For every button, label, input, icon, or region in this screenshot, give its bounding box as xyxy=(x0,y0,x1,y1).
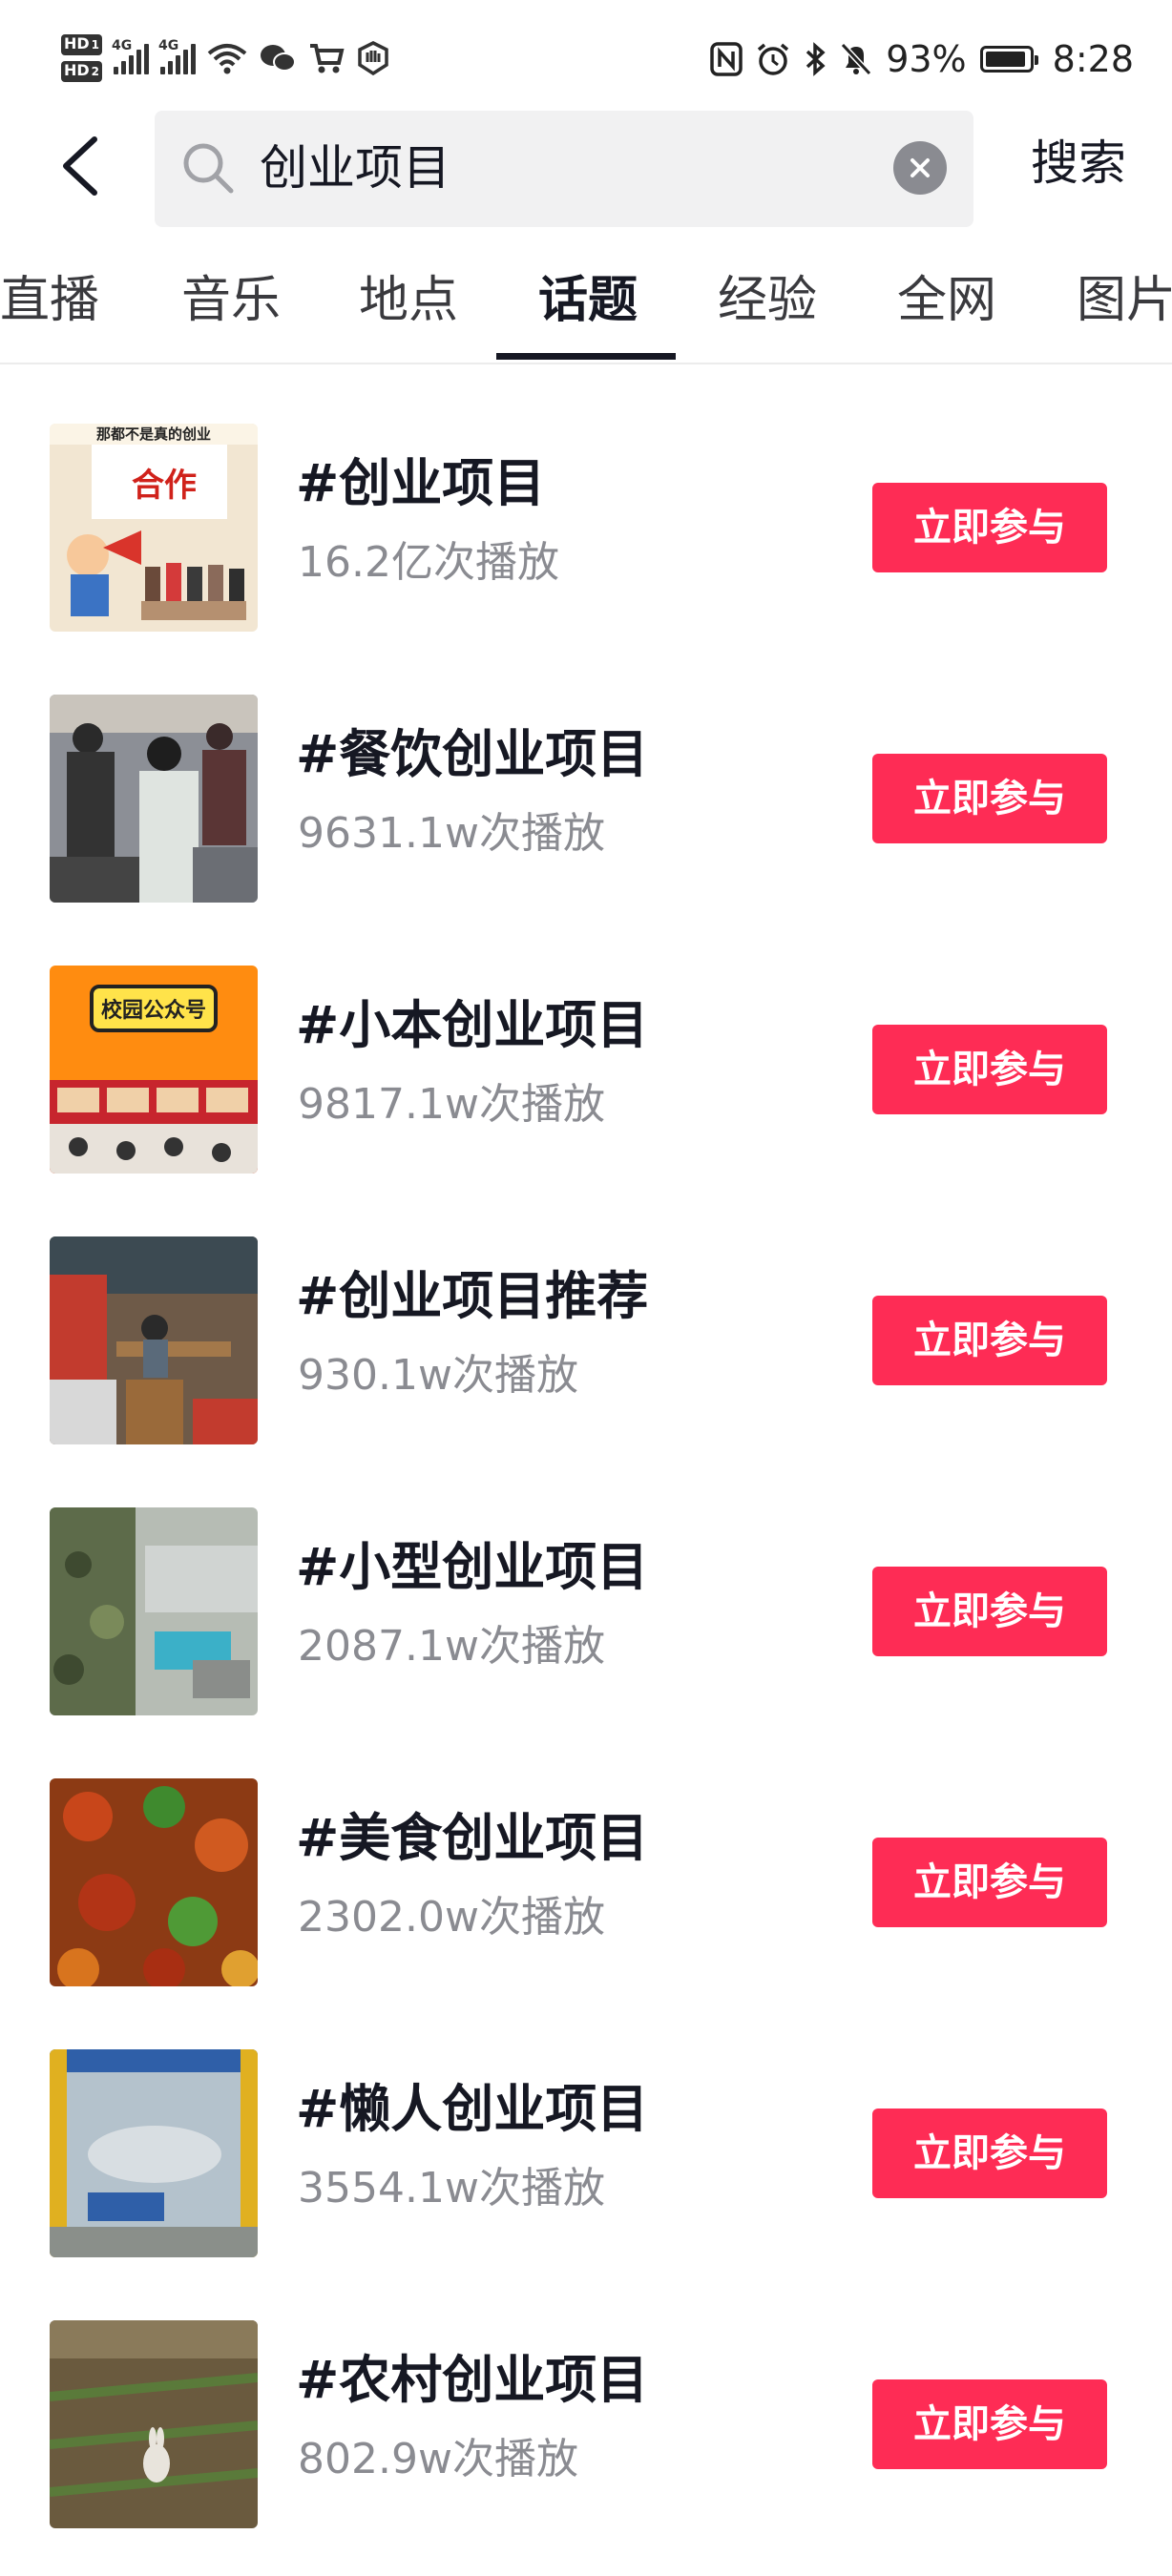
topic-row[interactable]: #美食创业项目 2302.0w次播放 立即参与 xyxy=(0,1721,1172,1992)
topic-row[interactable]: #创业项目推荐 930.1w次播放 立即参与 xyxy=(0,1179,1172,1450)
close-icon xyxy=(910,158,930,177)
thumb-caption: 校园公众号 xyxy=(101,998,206,1023)
join-topic-button[interactable]: 立即参与 xyxy=(872,1025,1107,1114)
cart-icon xyxy=(310,44,345,73)
bluetooth-icon xyxy=(806,42,826,76)
topic-row[interactable]: #小型创业项目 2087.1w次播放 立即参与 xyxy=(0,1450,1172,1721)
topic-play-count: 930.1w次播放 xyxy=(298,1351,578,1400)
topic-thumbnail xyxy=(50,2049,258,2257)
signal-strength-icon-2: 4G xyxy=(158,38,197,74)
topic-title[interactable]: #小本创业项目 xyxy=(296,992,648,1059)
topic-title[interactable]: #餐饮创业项目 xyxy=(296,721,648,788)
tab-live[interactable]: 直播 xyxy=(0,267,99,334)
topic-title[interactable]: #创业项目推荐 xyxy=(296,1263,648,1330)
clear-search-button[interactable] xyxy=(893,141,947,195)
search-category-tabs: 直播 音乐 地点 话题 经验 全网 图片 xyxy=(0,250,1172,364)
thumb-caption: 合作 xyxy=(132,467,197,505)
status-bar-left: HD 1 HD 2 4G 4G xyxy=(61,25,390,92)
topic-play-count: 802.9w次播放 xyxy=(298,2435,578,2483)
thumb-caption: 那都不是真的创业 xyxy=(96,426,211,443)
join-topic-button[interactable]: 立即参与 xyxy=(872,2109,1107,2198)
topic-thumbnail xyxy=(50,1507,258,1715)
search-box[interactable] xyxy=(155,111,973,227)
topic-play-count: 16.2亿次播放 xyxy=(298,538,559,587)
join-topic-button[interactable]: 立即参与 xyxy=(872,754,1107,843)
search-icon xyxy=(183,143,234,194)
topic-play-count: 9817.1w次播放 xyxy=(298,1080,605,1129)
topic-row[interactable]: #懒人创业项目 3554.1w次播放 立即参与 xyxy=(0,1992,1172,2263)
sim1-hd-icon: HD 1 xyxy=(61,34,103,55)
topic-title[interactable]: #创业项目 xyxy=(296,450,545,517)
battery-fill xyxy=(985,52,1025,67)
chevron-left-icon xyxy=(63,136,97,196)
topic-row[interactable]: #农村创业项目 802.9w次播放 立即参与 xyxy=(0,2263,1172,2534)
sim-indicators: HD 1 HD 2 xyxy=(61,34,103,82)
back-button[interactable] xyxy=(42,128,118,204)
battery-icon xyxy=(979,46,1038,73)
topic-thumbnail xyxy=(50,1778,258,1986)
status-bar: HD 1 HD 2 4G 4G 93% 8:28 xyxy=(0,0,1172,105)
topic-title[interactable]: #小型创业项目 xyxy=(296,1534,648,1601)
nfc-icon xyxy=(710,42,743,76)
signal-strength-icon: 4G xyxy=(112,38,150,74)
tab-web[interactable]: 全网 xyxy=(897,267,996,334)
topic-row[interactable]: 校园公众号 #小本创业项目 9817.1w次播放 立即参与 xyxy=(0,908,1172,1179)
topic-row[interactable]: #餐饮创业项目 9631.1w次播放 立即参与 xyxy=(0,637,1172,908)
topic-title[interactable]: #农村创业项目 xyxy=(296,2347,648,2414)
topic-row[interactable]: 那都不是真的创业 合作 #创业项目 16.2亿次播放 立即参与 xyxy=(0,366,1172,637)
clock: 8:28 xyxy=(1052,38,1134,80)
join-topic-button[interactable]: 立即参与 xyxy=(872,1296,1107,1385)
topic-title[interactable]: #美食创业项目 xyxy=(296,1805,648,1872)
search-input[interactable] xyxy=(260,139,870,197)
wifi-icon xyxy=(207,44,247,74)
topic-play-count: 2087.1w次播放 xyxy=(298,1622,605,1671)
tab-topics[interactable]: 话题 xyxy=(538,267,638,334)
sim2-hd-icon: HD 2 xyxy=(61,61,103,82)
topic-thumbnail xyxy=(50,695,258,903)
tab-experience[interactable]: 经验 xyxy=(718,267,817,334)
join-topic-button[interactable]: 立即参与 xyxy=(872,2379,1107,2469)
status-bar-right: 93% 8:28 xyxy=(710,29,1134,90)
join-topic-button[interactable]: 立即参与 xyxy=(872,1567,1107,1656)
join-topic-button[interactable]: 立即参与 xyxy=(872,1838,1107,1927)
wechat-icon xyxy=(261,45,297,72)
alarm-icon xyxy=(758,43,789,75)
search-header: 搜索 xyxy=(0,105,1172,231)
mute-bell-icon xyxy=(840,42,872,76)
topic-thumbnail xyxy=(50,1236,258,1444)
topic-play-count: 3554.1w次播放 xyxy=(298,2164,605,2212)
join-topic-button[interactable]: 立即参与 xyxy=(872,483,1107,572)
topic-play-count: 9631.1w次播放 xyxy=(298,809,605,858)
tab-images[interactable]: 图片 xyxy=(1077,267,1172,334)
topic-thumbnail xyxy=(50,2320,258,2528)
tab-music[interactable]: 音乐 xyxy=(181,267,281,334)
topic-play-count: 2302.0w次播放 xyxy=(298,1893,605,1942)
tab-location[interactable]: 地点 xyxy=(359,267,458,334)
topic-thumbnail: 校园公众号 xyxy=(50,966,258,1174)
topic-title[interactable]: #懒人创业项目 xyxy=(296,2076,648,2143)
battery-percent: 93% xyxy=(886,38,967,80)
topic-thumbnail: 那都不是真的创业 合作 xyxy=(50,424,258,632)
hand-shield-icon xyxy=(358,41,388,75)
search-button[interactable]: 搜索 xyxy=(1031,134,1126,193)
active-tab-indicator xyxy=(496,353,676,360)
